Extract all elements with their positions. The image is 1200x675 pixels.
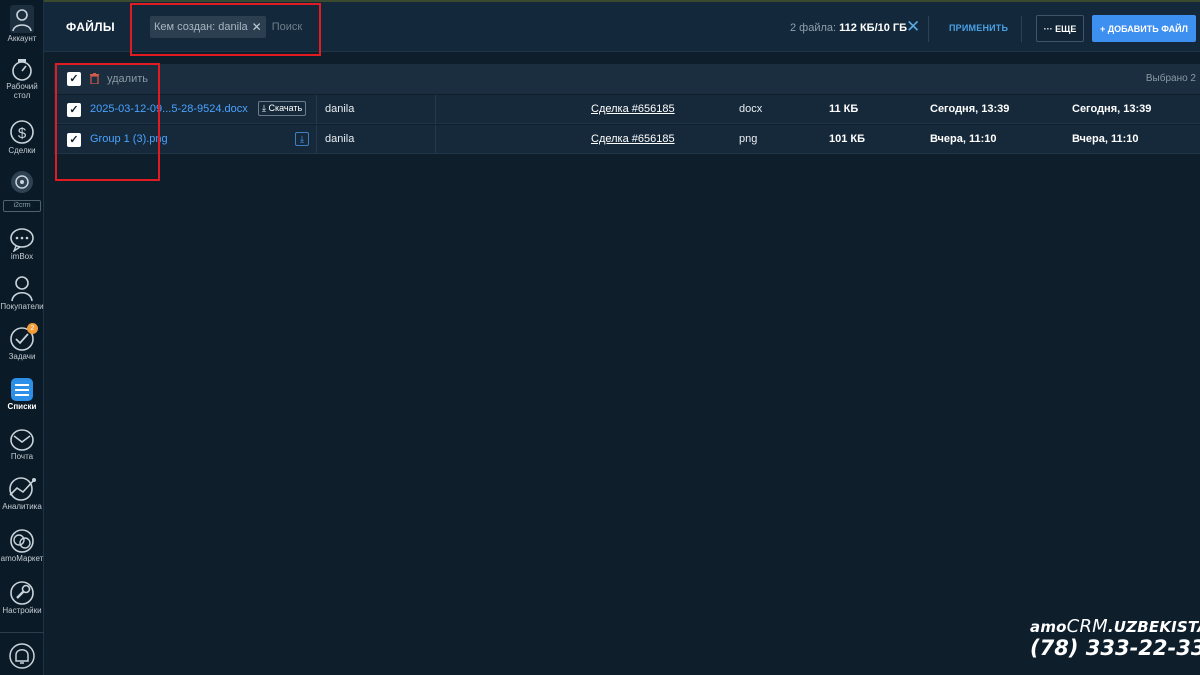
add-file-button[interactable]: + ДОБАВИТЬ ФАЙЛ <box>1092 15 1196 42</box>
i2crm-icon <box>11 171 33 193</box>
remove-filter-icon[interactable]: ✕ <box>252 20 262 34</box>
file-count: 2 файла: 112 КБ/10 ГБ <box>790 22 907 34</box>
brand-prefix: amo <box>1030 618 1067 636</box>
filter-search-box[interactable]: Кем создан: danila ✕ <box>150 15 332 39</box>
download-label: Скачать <box>268 103 303 113</box>
column-divider <box>435 125 436 154</box>
brand-name: amoCRM.UZBEKISTAN <box>1030 616 1200 637</box>
brand-suffix: .UZBEKISTAN <box>1107 618 1200 636</box>
mail-icon <box>10 429 34 451</box>
nav-label: Почта <box>10 452 34 461</box>
nav-customers[interactable]: Покупатели <box>0 274 44 311</box>
deal-link[interactable]: Сделка #656185 <box>591 133 675 145</box>
nav-label: imBox <box>10 252 34 261</box>
page-title: ФАЙЛЫ <box>66 20 115 34</box>
file-name-link[interactable]: Group 1 (3).png <box>90 133 168 145</box>
download-icon[interactable]: ⤓ <box>295 132 309 146</box>
delete-button[interactable]: удалить <box>107 73 148 85</box>
nav-label: amoМаркет <box>0 554 44 563</box>
i2crm-label: i2crm <box>3 200 41 212</box>
nav-settings[interactable]: Настройки <box>0 580 44 615</box>
left-nav-sidebar: Аккаунт Рабочий стол $ Сделки i2crm imBo <box>0 0 44 675</box>
nav-imbox[interactable]: imBox <box>0 226 44 261</box>
extension-cell: docx <box>739 103 763 115</box>
size-cell: 101 КБ <box>829 133 866 145</box>
modified-cell: Вчера, 11:10 <box>1072 133 1139 145</box>
clear-filter-icon[interactable]: ✕ <box>906 17 920 37</box>
row-checkbox[interactable]: ✓ <box>67 133 81 147</box>
search-input[interactable] <box>271 21 332 33</box>
nav-dashboard[interactable]: Рабочий стол <box>0 58 44 100</box>
chat-icon <box>10 228 34 252</box>
nav-label: Списки <box>7 402 37 411</box>
divider <box>928 16 929 42</box>
nav-amomarket[interactable]: amoМаркет <box>0 528 44 563</box>
customers-icon <box>11 276 33 302</box>
row-checkbox[interactable]: ✓ <box>67 103 81 117</box>
author-cell: danila <box>325 133 355 145</box>
created-cell: Вчера, 11:10 <box>930 133 997 145</box>
more-button[interactable]: ··· ЕЩЕ <box>1036 15 1084 42</box>
nav-notifications[interactable] <box>0 642 44 670</box>
storage-usage: 112 КБ/10 ГБ <box>839 22 908 34</box>
nav-account[interactable]: Аккаунт <box>0 4 44 43</box>
nav-i2crm[interactable]: i2crm <box>0 170 44 212</box>
market-icon <box>10 529 34 553</box>
deal-link[interactable]: Сделка #656185 <box>591 103 675 115</box>
download-button[interactable]: ⤓ Скачать <box>258 101 307 116</box>
bulk-actions-bar: ✓ удалить Выбрано 2 <box>54 64 1200 94</box>
nav-label: Настройки <box>2 606 42 615</box>
file-name-link[interactable]: 2025-03-12-09...5-28-9524.docx <box>90 103 248 115</box>
analytics-icon <box>9 477 36 501</box>
sidebar-divider <box>0 632 44 633</box>
nav-deals[interactable]: $ Сделки <box>0 118 44 155</box>
extension-cell: png <box>739 133 758 145</box>
nav-analytics[interactable]: Аналитика <box>0 476 44 511</box>
filter-chip-label: Кем создан: danila <box>154 21 248 33</box>
nav-label-line2: стол <box>13 91 31 100</box>
nav-mail[interactable]: Почта <box>0 428 44 461</box>
divider <box>1021 16 1022 42</box>
brand-watermark: amoCRM.UZBEKISTAN (78) 333-22-33 <box>1030 616 1200 660</box>
svg-text:$: $ <box>18 125 27 142</box>
select-all-checkbox[interactable]: ✓ <box>67 72 81 86</box>
nav-label: Задачи <box>8 352 36 361</box>
nav-lists[interactable]: Списки <box>0 376 44 411</box>
selected-count: Выбрано 2 <box>1145 73 1196 84</box>
nav-label: Покупатели <box>0 302 44 311</box>
brand-crm: CRM <box>1066 616 1108 637</box>
table-row[interactable]: ✓ Group 1 (3).png ⤓ danila Сделка #65618… <box>54 125 1200 154</box>
tasks-badge: 2 <box>27 323 38 334</box>
nav-tasks[interactable]: 2 Задачи <box>0 323 44 361</box>
size-cell: 11 КБ <box>829 103 859 115</box>
nav-label: Аккаунт <box>7 34 37 43</box>
filter-chip[interactable]: Кем создан: danila ✕ <box>150 16 266 38</box>
bell-icon <box>9 643 35 669</box>
top-bar: ФАЙЛЫ Кем создан: danila ✕ 2 файла: 112 … <box>44 0 1200 52</box>
file-count-label: 2 файла: <box>790 22 837 34</box>
nav-label: Сделки <box>8 146 36 155</box>
column-divider <box>435 95 436 124</box>
avatar-icon <box>10 5 34 33</box>
settings-icon <box>10 581 34 605</box>
dollar-icon: $ <box>10 120 34 144</box>
dashboard-icon <box>12 59 32 81</box>
modified-cell: Сегодня, 13:39 <box>1072 103 1152 115</box>
created-cell: Сегодня, 13:39 <box>930 103 1010 115</box>
trash-icon[interactable] <box>90 73 99 84</box>
table-row[interactable]: ✓ 2025-03-12-09...5-28-9524.docx ⤓ Скача… <box>54 95 1200 124</box>
brand-phone: (78) 333-22-33 <box>1030 636 1200 660</box>
apply-button[interactable]: ПРИМЕНИТЬ <box>949 23 1008 33</box>
lists-icon <box>11 378 33 401</box>
nav-label: Аналитика <box>2 502 42 511</box>
column-divider <box>316 95 317 124</box>
column-divider <box>316 125 317 154</box>
nav-label: Рабочий <box>6 82 38 91</box>
author-cell: danila <box>325 103 355 115</box>
